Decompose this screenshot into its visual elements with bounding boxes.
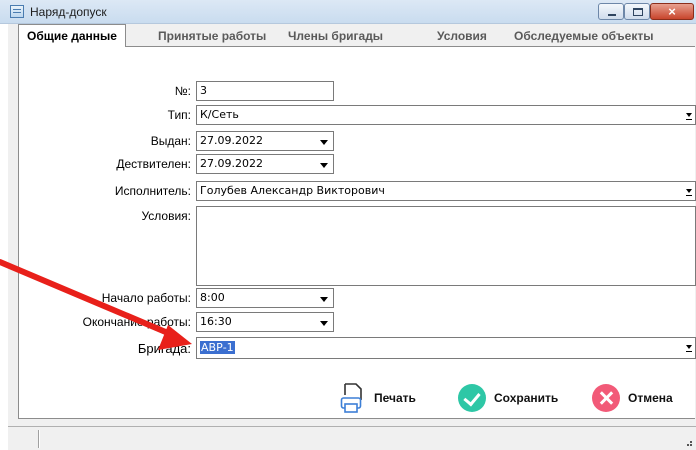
- start-value: 8:00: [200, 291, 225, 304]
- conditions-label: Условия:: [141, 209, 191, 223]
- brigade-label: Бригада:: [137, 341, 191, 356]
- end-time-picker[interactable]: 16:30: [196, 312, 334, 332]
- save-button[interactable]: Сохранить: [458, 380, 558, 416]
- executor-select[interactable]: Голубев Александр Викторович: [196, 181, 696, 201]
- cancel-button[interactable]: Отмена: [592, 380, 673, 416]
- executor-value: Голубев Александр Викторович: [200, 184, 385, 197]
- end-label: Окончание работы:: [82, 315, 191, 329]
- resize-grip-icon[interactable]: [684, 438, 692, 446]
- chevron-down-icon[interactable]: [686, 186, 693, 197]
- save-label: Сохранить: [494, 391, 559, 405]
- print-label: Печать: [374, 391, 416, 405]
- status-bar: [8, 426, 696, 450]
- brigade-value: АВР-1: [200, 341, 235, 354]
- start-time-picker[interactable]: 8:00: [196, 288, 334, 308]
- conditions-textarea[interactable]: [196, 206, 696, 286]
- close-icon: [592, 384, 620, 412]
- brigade-select[interactable]: АВР-1: [196, 337, 696, 359]
- cancel-label: Отмена: [628, 391, 673, 405]
- start-label: Начало работы:: [101, 291, 191, 305]
- chevron-down-icon[interactable]: [320, 321, 328, 326]
- end-value: 16:30: [200, 315, 232, 328]
- checkmark-icon: [458, 384, 486, 412]
- tab-general[interactable]: Общие данные: [18, 24, 126, 47]
- printer-icon: [340, 381, 366, 415]
- chevron-down-icon[interactable]: [686, 342, 693, 353]
- status-separator: [38, 430, 40, 448]
- chevron-down-icon[interactable]: [320, 297, 328, 302]
- print-button[interactable]: Печать: [340, 380, 416, 416]
